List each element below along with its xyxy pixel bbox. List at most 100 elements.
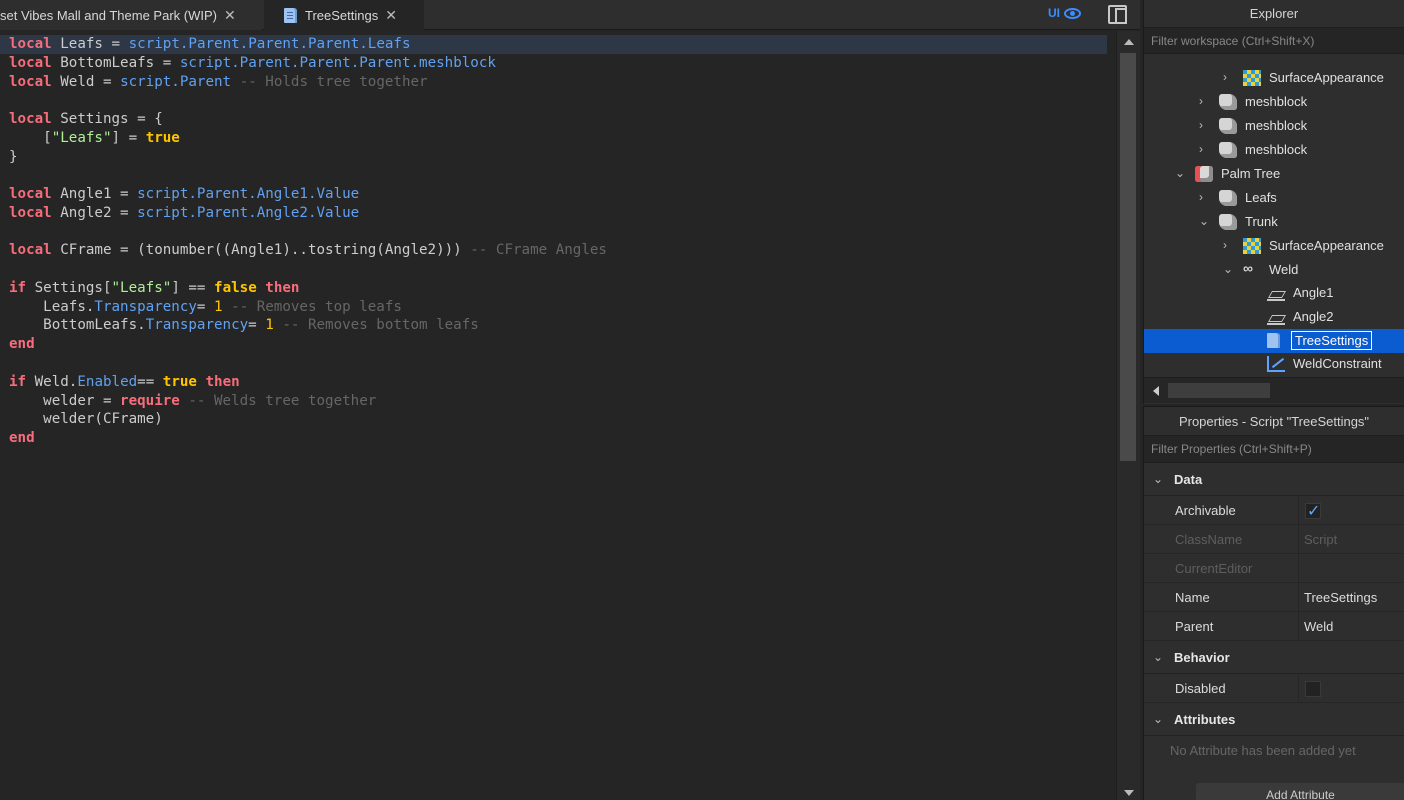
- code-line[interactable]: Leafs.Transparency= 1 -- Removes top lea…: [9, 298, 1107, 317]
- code-token: script.Parent.Parent.Parent.meshblock: [179, 54, 496, 71]
- properties-filter-input[interactable]: Filter Properties (Ctrl+Shift+P): [1144, 436, 1404, 463]
- code-line[interactable]: local Angle2 = script.Parent.Angle2.Valu…: [9, 204, 1107, 223]
- disabled-checkbox[interactable]: [1305, 681, 1321, 697]
- code-token: local: [9, 73, 52, 90]
- explorer-item-meshblock[interactable]: › meshblock: [1144, 90, 1404, 114]
- code-line[interactable]: end: [9, 335, 1107, 354]
- explorer-horizontal-scrollbar[interactable]: [1144, 377, 1404, 403]
- scroll-down-arrow-icon[interactable]: [1124, 790, 1134, 796]
- archivable-checkbox[interactable]: [1305, 497, 1321, 526]
- column-divider: [1298, 612, 1299, 641]
- code-token: Angle1 =: [60, 186, 138, 203]
- code-token: script.Parent.Angle2.Value: [137, 204, 360, 221]
- script-editor[interactable]: local Leafs = script.Parent.Parent.Paren…: [0, 31, 1116, 800]
- code-line[interactable]: [9, 260, 1107, 279]
- explorer-item-angle1[interactable]: Angle1: [1144, 281, 1404, 305]
- section-data[interactable]: ⌄ Data: [1144, 463, 1404, 496]
- code-line[interactable]: end: [9, 429, 1107, 448]
- code-line[interactable]: BottomLeafs.Transparency= 1 -- Removes b…: [9, 316, 1107, 335]
- explorer-item-trunk[interactable]: ⌄ Trunk: [1144, 210, 1404, 234]
- editor-vertical-scrollbar[interactable]: [1116, 31, 1140, 800]
- explorer-item-weldconstraint[interactable]: WeldConstraint: [1144, 352, 1404, 376]
- chevron-right-icon[interactable]: ›: [1199, 142, 1203, 156]
- name-value-field[interactable]: TreeSettings: [1304, 583, 1377, 612]
- code-token: local: [9, 111, 52, 128]
- code-token: welder =: [9, 392, 121, 409]
- close-icon[interactable]: ✕: [385, 7, 397, 24]
- code-token: "Leafs": [111, 279, 172, 296]
- explorer-item-palm-tree[interactable]: ⌄ Palm Tree: [1144, 162, 1404, 186]
- chevron-right-icon[interactable]: ›: [1223, 238, 1227, 252]
- scroll-left-arrow-icon[interactable]: [1153, 386, 1159, 396]
- code-line[interactable]: }: [9, 148, 1107, 167]
- explorer-item-meshblock[interactable]: › meshblock: [1144, 114, 1404, 138]
- property-currenteditor: CurrentEditor: [1144, 554, 1404, 583]
- close-icon[interactable]: ✕: [224, 7, 236, 24]
- code-line[interactable]: local Weld = script.Parent -- Holds tree…: [9, 73, 1107, 92]
- code-line[interactable]: welder = require -- Welds tree together: [9, 392, 1107, 411]
- explorer-item-treesettings[interactable]: TreeSettings: [1144, 329, 1404, 353]
- chevron-down-icon[interactable]: ⌄: [1223, 262, 1233, 276]
- number-value-icon: [1267, 309, 1285, 325]
- explorer-item-label: meshblock: [1245, 142, 1308, 157]
- property-disabled: Disabled: [1144, 674, 1404, 703]
- section-behavior[interactable]: ⌄ Behavior: [1144, 641, 1404, 674]
- section-attributes[interactable]: ⌄ Attributes: [1144, 703, 1404, 736]
- chevron-right-icon[interactable]: ›: [1199, 94, 1203, 108]
- code-token: Weld.: [34, 373, 78, 390]
- code-token: Leafs.: [9, 298, 95, 315]
- section-data-label: Data: [1174, 472, 1203, 487]
- chevron-down-icon[interactable]: ⌄: [1199, 214, 1209, 228]
- explorer-item-meshblock[interactable]: › meshblock: [1144, 138, 1404, 162]
- code-line[interactable]: ["Leafs"] = true: [9, 129, 1107, 148]
- chevron-right-icon[interactable]: ›: [1223, 70, 1227, 84]
- property-archivable: Archivable: [1144, 496, 1404, 526]
- explorer-item-weld[interactable]: ⌄ ∞ Weld: [1144, 258, 1404, 282]
- scrollbar-thumb[interactable]: [1120, 53, 1136, 461]
- chevron-down-icon[interactable]: ⌄: [1175, 166, 1185, 180]
- code-area[interactable]: local Leafs = script.Parent.Parent.Paren…: [0, 35, 1107, 448]
- explorer-item-angle2[interactable]: Angle2: [1144, 305, 1404, 329]
- add-attribute-button[interactable]: Add Attribute: [1196, 783, 1404, 800]
- code-token: local: [9, 54, 52, 71]
- code-token: Transparency: [145, 317, 249, 334]
- explorer-panel: Explorer Filter workspace (Ctrl+Shift+X)…: [1143, 0, 1404, 404]
- explorer-filter-input[interactable]: Filter workspace (Ctrl+Shift+X): [1144, 28, 1404, 54]
- code-line[interactable]: local BottomLeafs = script.Parent.Parent…: [9, 54, 1107, 73]
- code-line[interactable]: [9, 91, 1107, 110]
- code-line[interactable]: local Angle1 = script.Parent.Angle1.Valu…: [9, 185, 1107, 204]
- scroll-up-arrow-icon[interactable]: [1124, 39, 1134, 45]
- code-line[interactable]: [9, 354, 1107, 373]
- explorer-item-leafs[interactable]: › Leafs: [1144, 186, 1404, 210]
- ui-visibility-toggle[interactable]: UI: [1048, 6, 1081, 20]
- code-token: require: [120, 392, 180, 409]
- code-line[interactable]: welder(CFrame): [9, 410, 1107, 429]
- tab-place[interactable]: set Vibes Mall and Theme Park (WIP) ✕: [0, 0, 262, 30]
- code-line[interactable]: local CFrame = (tonumber((Angle1)..tostr…: [9, 241, 1107, 260]
- section-attributes-label: Attributes: [1174, 712, 1236, 727]
- code-line[interactable]: [9, 166, 1107, 185]
- scrollbar-thumb[interactable]: [1168, 383, 1270, 398]
- explorer-item-surfaceappearance[interactable]: › SurfaceAppearance: [1144, 66, 1404, 90]
- code-token: Enabled: [77, 373, 138, 390]
- code-token: script.Parent.Angle1.Value: [137, 186, 360, 203]
- code-token: ==: [137, 373, 163, 390]
- code-token: =: [196, 298, 215, 315]
- code-line[interactable]: if Settings["Leafs"] == false then: [9, 279, 1107, 298]
- code-line[interactable]: local Settings = {: [9, 110, 1107, 129]
- editor-tab-bar: set Vibes Mall and Theme Park (WIP) ✕ Tr…: [0, 0, 1140, 30]
- chevron-right-icon[interactable]: ›: [1199, 118, 1203, 132]
- code-line[interactable]: [9, 223, 1107, 242]
- device-emulator-icon[interactable]: [1108, 5, 1127, 24]
- code-token: [: [9, 129, 52, 146]
- explorer-item-surfaceappearance[interactable]: › SurfaceAppearance: [1144, 234, 1404, 258]
- code-token: local: [9, 186, 52, 203]
- code-line[interactable]: local Leafs = script.Parent.Parent.Paren…: [0, 35, 1107, 54]
- chevron-right-icon[interactable]: ›: [1199, 190, 1203, 204]
- tab-place-label: set Vibes Mall and Theme Park (WIP): [0, 7, 217, 23]
- parent-value-field[interactable]: Weld: [1304, 612, 1333, 641]
- code-token: Angle2 =: [60, 204, 138, 221]
- code-token: then: [256, 279, 300, 296]
- tab-treesettings[interactable]: TreeSettings ✕: [264, 0, 424, 30]
- code-line[interactable]: if Weld.Enabled== true then: [9, 373, 1107, 392]
